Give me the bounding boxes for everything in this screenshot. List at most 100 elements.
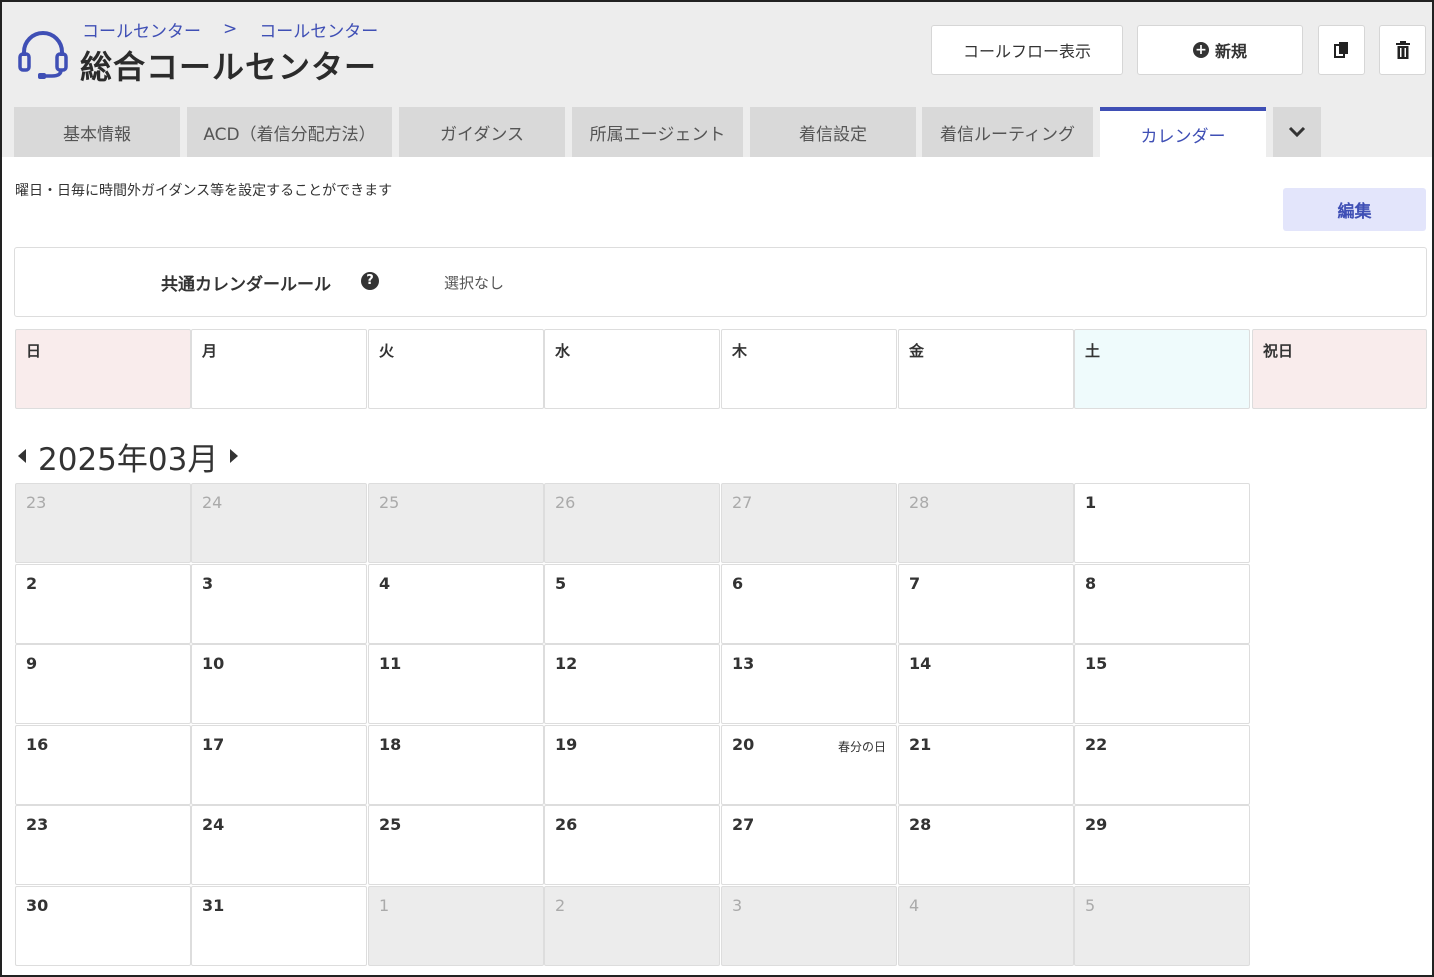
edit-button[interactable]: 編集: [1283, 188, 1426, 231]
calendar-day-cell[interactable]: 4: [898, 886, 1074, 966]
help-icon[interactable]: ?: [361, 272, 379, 290]
day-number: 16: [26, 735, 49, 754]
day-number: 27: [732, 493, 753, 512]
calendar-day-cell[interactable]: 1: [1074, 483, 1250, 563]
calendar-day-cell[interactable]: 27: [721, 483, 897, 563]
calendar-day-cell[interactable]: 28: [898, 483, 1074, 563]
calendar-day-cell[interactable]: 7: [898, 564, 1074, 644]
day-number: 6: [732, 574, 744, 593]
calendar-day-cell[interactable]: 27: [721, 805, 897, 885]
day-number: 1: [1085, 493, 1097, 512]
calendar-day-cell[interactable]: 5: [1074, 886, 1250, 966]
day-number: 28: [909, 493, 930, 512]
day-number: 30: [26, 896, 49, 915]
page-header: コールセンター > コールセンター 総合コールセンター コールフロー表示 + 新…: [2, 2, 1432, 157]
call-flow-button[interactable]: コールフロー表示: [931, 25, 1123, 75]
day-number: 22: [1085, 735, 1108, 754]
calendar-day-cell[interactable]: 3: [191, 564, 367, 644]
weekday-header-cell: 金: [898, 329, 1074, 409]
calendar-day-cell[interactable]: 25: [368, 483, 544, 563]
calendar-day-cell[interactable]: 2: [544, 886, 720, 966]
tab-calendar[interactable]: カレンダー: [1100, 107, 1266, 157]
day-number: 2: [555, 896, 566, 915]
tab-more-button[interactable]: [1273, 107, 1321, 157]
day-number: 26: [555, 815, 578, 834]
next-month-arrow-icon[interactable]: [228, 447, 240, 465]
calendar-day-cell[interactable]: 19: [544, 725, 720, 805]
calendar-day-cell[interactable]: 24: [191, 805, 367, 885]
calendar-day-cell[interactable]: 3: [721, 886, 897, 966]
weekday-header-cell: 木: [721, 329, 897, 409]
calendar-day-cell[interactable]: 22: [1074, 725, 1250, 805]
prev-month-arrow-icon[interactable]: [16, 447, 28, 465]
day-number: 18: [379, 735, 402, 754]
calendar-day-cell[interactable]: 28: [898, 805, 1074, 885]
calendar-day-cell[interactable]: 20 春分の日: [721, 725, 897, 805]
calendar-day-cell[interactable]: 26: [544, 805, 720, 885]
weekday-header-cell: 祝日: [1252, 329, 1427, 409]
day-number: 31: [202, 896, 225, 915]
calendar-day-cell[interactable]: 26: [544, 483, 720, 563]
weekday-header-cell: 月: [191, 329, 367, 409]
day-number: 4: [909, 896, 920, 915]
breadcrumb-item[interactable]: コールセンター: [82, 17, 201, 42]
day-number: 2: [26, 574, 38, 593]
copy-button[interactable]: [1318, 25, 1365, 75]
calendar-day-cell[interactable]: 30: [15, 886, 191, 966]
day-number: 24: [202, 493, 223, 512]
copy-icon: [1333, 42, 1348, 58]
headset-icon: [18, 31, 68, 79]
calendar-day-cell[interactable]: 31: [191, 886, 367, 966]
calendar-day-cell[interactable]: 11: [368, 644, 544, 724]
calendar-day-cell[interactable]: 18: [368, 725, 544, 805]
tab-bar: 基本情報 ACD（着信分配方法） ガイダンス 所属エージェント 着信設定 着信ル…: [2, 107, 1432, 157]
day-number: 27: [732, 815, 755, 834]
calendar-day-cell[interactable]: 15: [1074, 644, 1250, 724]
calendar-day-cell[interactable]: 10: [191, 644, 367, 724]
day-number: 9: [26, 654, 38, 673]
new-button[interactable]: + 新規: [1137, 25, 1303, 75]
tab-basic-info[interactable]: 基本情報: [14, 107, 180, 157]
calendar-day-cell[interactable]: 2: [15, 564, 191, 644]
calendar-day-cell[interactable]: 24: [191, 483, 367, 563]
calendar-day-cell[interactable]: 6: [721, 564, 897, 644]
calendar-day-cell[interactable]: 4: [368, 564, 544, 644]
calendar-day-cell[interactable]: 13: [721, 644, 897, 724]
calendar-day-cell[interactable]: 23: [15, 483, 191, 563]
calendar-day-cell[interactable]: 9: [15, 644, 191, 724]
day-number: 15: [1085, 654, 1108, 673]
tab-guidance[interactable]: ガイダンス: [399, 107, 565, 157]
delete-button[interactable]: [1379, 25, 1426, 75]
call-flow-button-label: コールフロー表示: [962, 42, 1091, 61]
calendar-day-cell[interactable]: 5: [544, 564, 720, 644]
calendar-day-cell[interactable]: 25: [368, 805, 544, 885]
day-number: 3: [202, 574, 214, 593]
chevron-down-icon: [1288, 126, 1306, 138]
calendar-day-cell[interactable]: 16: [15, 725, 191, 805]
tab-incoming-routing[interactable]: 着信ルーティング: [922, 107, 1093, 157]
weekday-header-cell: 土: [1074, 329, 1250, 409]
day-number: 12: [555, 654, 578, 673]
calendar-day-cell[interactable]: 12: [544, 644, 720, 724]
trash-icon: [1395, 41, 1410, 59]
page-title: 総合コールセンター: [80, 48, 378, 86]
day-number: 28: [909, 815, 932, 834]
calendar-day-cell[interactable]: 23: [15, 805, 191, 885]
tab-incoming-settings[interactable]: 着信設定: [750, 107, 916, 157]
calendar-day-cell[interactable]: 29: [1074, 805, 1250, 885]
day-number: 23: [26, 493, 47, 512]
calendar-day-cell[interactable]: 21: [898, 725, 1074, 805]
calendar-day-cell[interactable]: 17: [191, 725, 367, 805]
common-calendar-rule-panel: 共通カレンダールール ? 選択なし: [14, 247, 1427, 317]
day-number: 20: [732, 735, 755, 754]
day-number: 4: [379, 574, 391, 593]
calendar-day-cell[interactable]: 1: [368, 886, 544, 966]
calendar-day-cell[interactable]: 8: [1074, 564, 1250, 644]
plus-circle-icon: +: [1192, 42, 1209, 58]
day-number: 1: [379, 896, 390, 915]
tab-acd[interactable]: ACD（着信分配方法）: [187, 107, 392, 157]
calendar-day-cell[interactable]: 14: [898, 644, 1074, 724]
breadcrumb-item[interactable]: コールセンター: [259, 17, 378, 42]
tab-agents[interactable]: 所属エージェント: [572, 107, 743, 157]
day-number: 21: [909, 735, 932, 754]
